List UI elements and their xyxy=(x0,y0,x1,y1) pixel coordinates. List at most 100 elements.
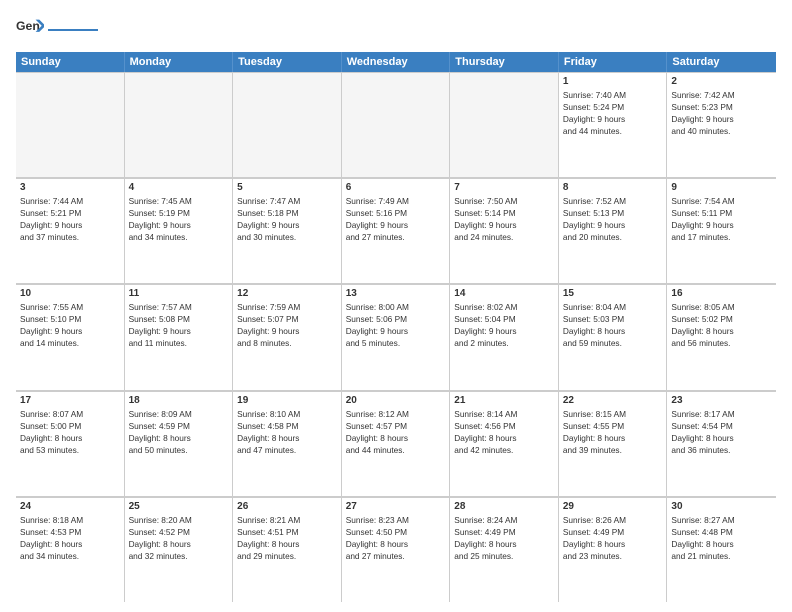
day-info: Sunrise: 8:00 AM Sunset: 5:06 PM Dayligh… xyxy=(346,301,446,349)
day-number: 25 xyxy=(129,501,229,512)
cal-cell: 11 Sunrise: 7:57 AM Sunset: 5:08 PM Dayli… xyxy=(125,284,234,389)
header-day-sunday: Sunday xyxy=(16,52,125,72)
day-info: Sunrise: 7:49 AM Sunset: 5:16 PM Dayligh… xyxy=(346,195,446,243)
day-info: Sunrise: 7:40 AM Sunset: 5:24 PM Dayligh… xyxy=(563,89,663,137)
day-number: 26 xyxy=(237,501,337,512)
cal-cell: 30 Sunrise: 8:27 AM Sunset: 4:48 PM Dayli… xyxy=(667,497,776,602)
cal-week-4: 17 Sunrise: 8:07 AM Sunset: 5:00 PM Dayli… xyxy=(16,391,776,497)
cal-cell: 9Sunrise: 7:54 AM Sunset: 5:11 PM Daylig… xyxy=(667,178,776,283)
day-number: 12 xyxy=(237,288,337,299)
day-info: Sunrise: 7:44 AM Sunset: 5:21 PM Dayligh… xyxy=(20,195,120,243)
day-number: 30 xyxy=(671,501,772,512)
day-number: 19 xyxy=(237,395,337,406)
day-info: Sunrise: 8:24 AM Sunset: 4:49 PM Dayligh… xyxy=(454,514,554,562)
cal-cell: 7 Sunrise: 7:50 AM Sunset: 5:14 PM Daylig… xyxy=(450,178,559,283)
day-info: Sunrise: 8:10 AM Sunset: 4:58 PM Dayligh… xyxy=(237,408,337,456)
day-number: 15 xyxy=(563,288,663,299)
cal-cell: 6 Sunrise: 7:49 AM Sunset: 5:16 PM Daylig… xyxy=(342,178,451,283)
day-number: 24 xyxy=(20,501,120,512)
cal-cell: 27Sunrise: 8:23 AM Sunset: 4:50 PM Dayli… xyxy=(342,497,451,602)
cal-cell: 24Sunrise: 8:18 AM Sunset: 4:53 PM Dayli… xyxy=(16,497,125,602)
cal-cell xyxy=(233,72,342,177)
header-day-saturday: Saturday xyxy=(667,52,776,72)
day-info: Sunrise: 7:45 AM Sunset: 5:19 PM Dayligh… xyxy=(129,195,229,243)
day-number: 23 xyxy=(671,395,772,406)
cal-cell xyxy=(342,72,451,177)
day-number: 16 xyxy=(671,288,772,299)
cal-cell: 3 Sunrise: 7:44 AM Sunset: 5:21 PM Daylig… xyxy=(16,178,125,283)
cal-cell: 21 Sunrise: 8:14 AM Sunset: 4:56 PM Dayli… xyxy=(450,391,559,496)
cal-cell: 28 Sunrise: 8:24 AM Sunset: 4:49 PM Dayli… xyxy=(450,497,559,602)
day-number: 9 xyxy=(671,182,772,193)
day-info: Sunrise: 8:27 AM Sunset: 4:48 PM Dayligh… xyxy=(671,514,772,562)
day-number: 14 xyxy=(454,288,554,299)
day-info: Sunrise: 8:07 AM Sunset: 5:00 PM Dayligh… xyxy=(20,408,120,456)
day-number: 29 xyxy=(563,501,663,512)
calendar: SundayMondayTuesdayWednesdayThursdayFrid… xyxy=(16,52,776,602)
day-number: 28 xyxy=(454,501,554,512)
day-info: Sunrise: 8:05 AM Sunset: 5:02 PM Dayligh… xyxy=(671,301,772,349)
header: Gen xyxy=(16,16,776,44)
cal-cell: 15 Sunrise: 8:04 AM Sunset: 5:03 PM Dayli… xyxy=(559,284,668,389)
cal-cell: 19 Sunrise: 8:10 AM Sunset: 4:58 PM Dayli… xyxy=(233,391,342,496)
cal-cell: 14 Sunrise: 8:02 AM Sunset: 5:04 PM Dayli… xyxy=(450,284,559,389)
day-info: Sunrise: 7:55 AM Sunset: 5:10 PM Dayligh… xyxy=(20,301,120,349)
day-info: Sunrise: 7:47 AM Sunset: 5:18 PM Dayligh… xyxy=(237,195,337,243)
day-info: Sunrise: 8:26 AM Sunset: 4:49 PM Dayligh… xyxy=(563,514,663,562)
day-number: 17 xyxy=(20,395,120,406)
cal-cell: 2 Sunrise: 7:42 AM Sunset: 5:23 PM Daylig… xyxy=(667,72,776,177)
cal-cell: 12 Sunrise: 7:59 AM Sunset: 5:07 PM Dayli… xyxy=(233,284,342,389)
day-info: Sunrise: 8:09 AM Sunset: 4:59 PM Dayligh… xyxy=(129,408,229,456)
page: Gen SundayMondayTuesdayWednesdayThursday… xyxy=(0,0,792,612)
header-day-wednesday: Wednesday xyxy=(342,52,451,72)
day-info: Sunrise: 8:02 AM Sunset: 5:04 PM Dayligh… xyxy=(454,301,554,349)
day-number: 6 xyxy=(346,182,446,193)
header-day-thursday: Thursday xyxy=(450,52,559,72)
day-info: Sunrise: 7:57 AM Sunset: 5:08 PM Dayligh… xyxy=(129,301,229,349)
cal-cell xyxy=(16,72,125,177)
cal-week-5: 24Sunrise: 8:18 AM Sunset: 4:53 PM Dayli… xyxy=(16,497,776,602)
logo-underline xyxy=(48,26,98,34)
cal-cell: 23Sunrise: 8:17 AM Sunset: 4:54 PM Dayli… xyxy=(667,391,776,496)
cal-cell: 18 Sunrise: 8:09 AM Sunset: 4:59 PM Dayli… xyxy=(125,391,234,496)
cal-cell: 17 Sunrise: 8:07 AM Sunset: 5:00 PM Dayli… xyxy=(16,391,125,496)
calendar-header: SundayMondayTuesdayWednesdayThursdayFrid… xyxy=(16,52,776,72)
day-info: Sunrise: 8:04 AM Sunset: 5:03 PM Dayligh… xyxy=(563,301,663,349)
cal-cell: 16 Sunrise: 8:05 AM Sunset: 5:02 PM Dayli… xyxy=(667,284,776,389)
cal-week-3: 10 Sunrise: 7:55 AM Sunset: 5:10 PM Dayli… xyxy=(16,284,776,390)
day-number: 3 xyxy=(20,182,120,193)
cal-cell: 29 Sunrise: 8:26 AM Sunset: 4:49 PM Dayli… xyxy=(559,497,668,602)
cal-week-1: 1 Sunrise: 7:40 AM Sunset: 5:24 PM Daylig… xyxy=(16,72,776,178)
day-number: 10 xyxy=(20,288,120,299)
day-number: 18 xyxy=(129,395,229,406)
day-info: Sunrise: 8:14 AM Sunset: 4:56 PM Dayligh… xyxy=(454,408,554,456)
day-number: 20 xyxy=(346,395,446,406)
day-number: 4 xyxy=(129,182,229,193)
day-number: 1 xyxy=(563,76,663,87)
day-number: 13 xyxy=(346,288,446,299)
cal-cell: 5 Sunrise: 7:47 AM Sunset: 5:18 PM Daylig… xyxy=(233,178,342,283)
day-number: 8 xyxy=(563,182,663,193)
day-info: Sunrise: 8:15 AM Sunset: 4:55 PM Dayligh… xyxy=(563,408,663,456)
header-day-friday: Friday xyxy=(559,52,668,72)
day-number: 5 xyxy=(237,182,337,193)
cal-cell: 8 Sunrise: 7:52 AM Sunset: 5:13 PM Daylig… xyxy=(559,178,668,283)
day-number: 22 xyxy=(563,395,663,406)
day-info: Sunrise: 7:52 AM Sunset: 5:13 PM Dayligh… xyxy=(563,195,663,243)
cal-cell: 13 Sunrise: 8:00 AM Sunset: 5:06 PM Dayli… xyxy=(342,284,451,389)
day-info: Sunrise: 7:42 AM Sunset: 5:23 PM Dayligh… xyxy=(671,89,772,137)
cal-cell xyxy=(450,72,559,177)
cal-cell: 20Sunrise: 8:12 AM Sunset: 4:57 PM Dayli… xyxy=(342,391,451,496)
svg-text:Gen: Gen xyxy=(16,19,40,33)
day-number: 27 xyxy=(346,501,446,512)
logo-icon: Gen xyxy=(16,16,44,44)
day-number: 11 xyxy=(129,288,229,299)
day-info: Sunrise: 7:50 AM Sunset: 5:14 PM Dayligh… xyxy=(454,195,554,243)
day-number: 2 xyxy=(671,76,772,87)
day-info: Sunrise: 7:59 AM Sunset: 5:07 PM Dayligh… xyxy=(237,301,337,349)
day-number: 7 xyxy=(454,182,554,193)
cal-cell xyxy=(125,72,234,177)
day-number: 21 xyxy=(454,395,554,406)
day-info: Sunrise: 8:20 AM Sunset: 4:52 PM Dayligh… xyxy=(129,514,229,562)
cal-cell: 1 Sunrise: 7:40 AM Sunset: 5:24 PM Daylig… xyxy=(559,72,668,177)
